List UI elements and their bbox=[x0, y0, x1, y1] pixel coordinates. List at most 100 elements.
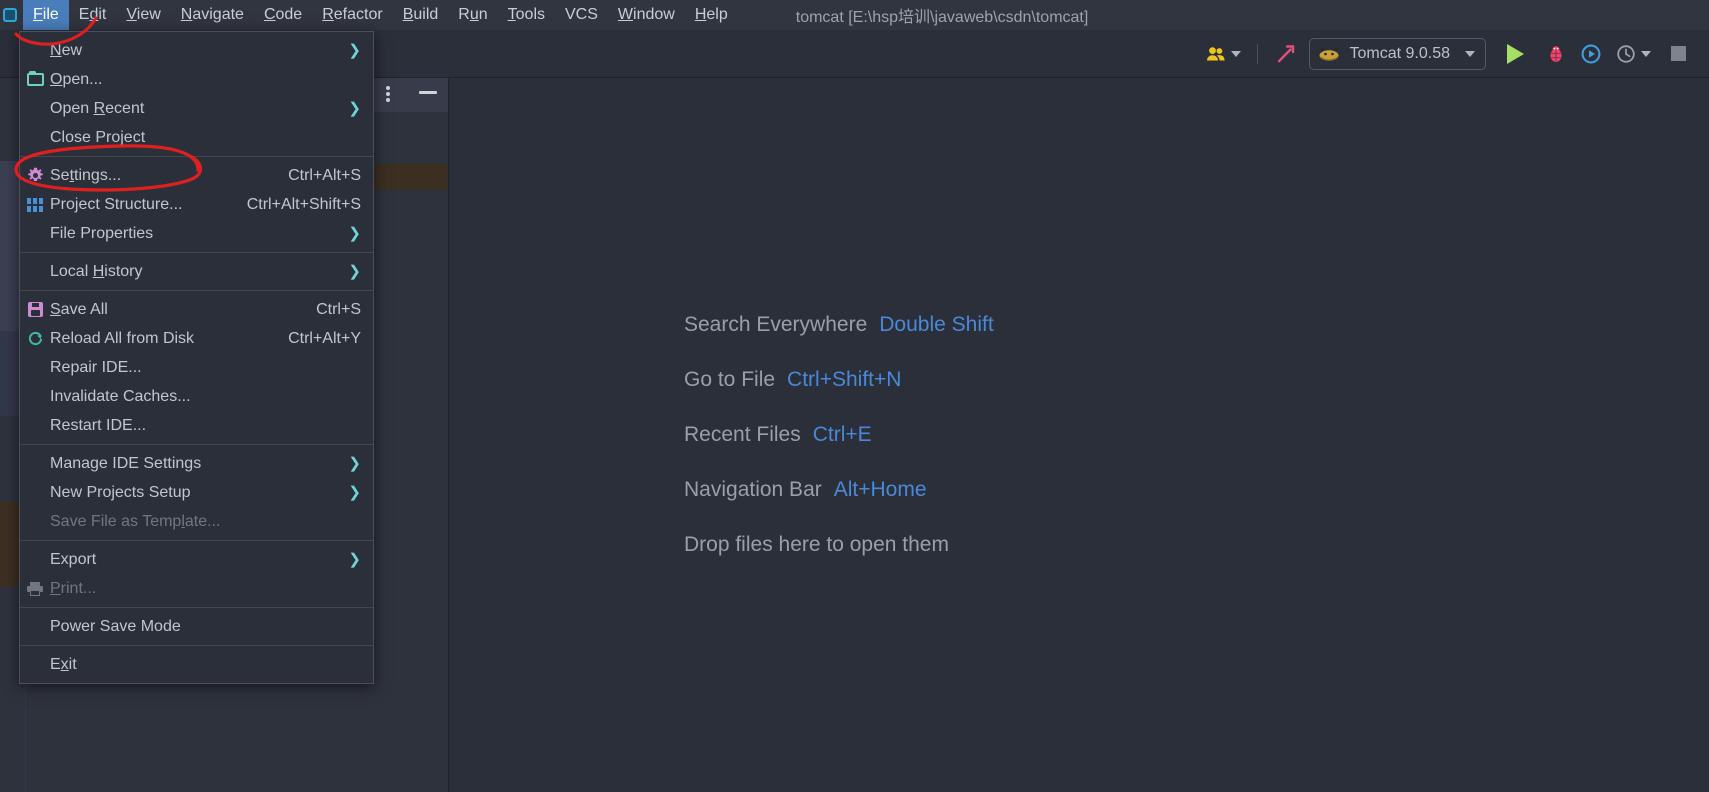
menu-item-new-projects-setup[interactable]: New Projects Setup ❯ bbox=[20, 478, 373, 507]
menu-item-exit[interactable]: Exit bbox=[20, 650, 373, 679]
menu-item-label: Settings... bbox=[50, 166, 122, 184]
menu-code[interactable]: Code bbox=[254, 0, 312, 30]
app-logo-icon bbox=[3, 8, 17, 22]
menu-run[interactable]: Run bbox=[448, 0, 497, 30]
menu-item-open[interactable]: Open... bbox=[20, 65, 373, 94]
debug-bug-icon bbox=[1550, 45, 1562, 62]
tip-label: Search Everywhere bbox=[684, 313, 868, 336]
editor-empty-area: Search Everywhere Double Shift Go to Fil… bbox=[449, 77, 1709, 792]
menu-item-power-save-mode[interactable]: Power Save Mode bbox=[20, 612, 373, 641]
menu-item-manage-ide-settings[interactable]: Manage IDE Settings ❯ bbox=[20, 449, 373, 478]
menu-item-invalidate-caches[interactable]: Invalidate Caches... bbox=[20, 382, 373, 411]
tip-label: Drop files here to open them bbox=[684, 533, 949, 556]
menu-tools[interactable]: Tools bbox=[498, 0, 555, 30]
menu-item-label: Print... bbox=[50, 579, 97, 597]
run-configuration-selector[interactable]: Tomcat 9.0.58 bbox=[1308, 37, 1486, 70]
account-icon bbox=[1206, 46, 1224, 60]
menu-item-label: Open Recent bbox=[50, 99, 145, 117]
menu-item-repair-ide[interactable]: Repair IDE... bbox=[20, 353, 373, 382]
title-bar: File Edit View Navigate Code Refactor Bu… bbox=[0, 0, 1709, 30]
tip-label: Navigation Bar bbox=[684, 478, 822, 501]
menu-item-label: Open... bbox=[50, 70, 103, 88]
menu-view[interactable]: View bbox=[116, 0, 170, 30]
tip-shortcut: Double Shift bbox=[879, 313, 994, 336]
printer-icon bbox=[27, 582, 43, 596]
menu-item-save-all[interactable]: Save All Ctrl+S bbox=[20, 295, 373, 324]
menu-item-close-project[interactable]: Close Project bbox=[20, 123, 373, 152]
chevron-down-icon bbox=[1465, 50, 1475, 57]
tip-row: Recent Files Ctrl+E bbox=[684, 423, 994, 478]
menu-item-shortcut: Ctrl+Alt+Y bbox=[288, 329, 361, 347]
menu-item-label: Export bbox=[50, 550, 97, 568]
tip-row: Navigation Bar Alt+Home bbox=[684, 478, 994, 533]
menu-item-file-properties[interactable]: File Properties ❯ bbox=[20, 219, 373, 248]
profiler-button[interactable] bbox=[1609, 39, 1658, 69]
hide-tool-window-icon[interactable] bbox=[419, 91, 437, 94]
tip-shortcut: Alt+Home bbox=[833, 478, 927, 501]
file-menu-popup[interactable]: New ❯ Open... Open Recent ❯ Close Projec… bbox=[19, 31, 374, 684]
tip-shortcut: Ctrl+Shift+N bbox=[787, 368, 902, 391]
run-with-coverage-icon bbox=[1581, 44, 1601, 63]
toolbar-divider bbox=[1256, 43, 1258, 64]
tip-label: Go to File bbox=[684, 368, 776, 391]
account-button[interactable] bbox=[1199, 39, 1248, 69]
menu-item-label: Close Project bbox=[50, 128, 146, 146]
idea-window: t Search Everywhere Double Shift Go to F… bbox=[0, 0, 1709, 792]
run-configuration-label: Tomcat 9.0.58 bbox=[1349, 44, 1451, 62]
menu-item-label: Repair IDE... bbox=[50, 358, 142, 376]
menu-item-label: Save File as Template... bbox=[50, 512, 221, 530]
menu-item-label: Power Save Mode bbox=[50, 617, 181, 635]
menu-build[interactable]: Build bbox=[393, 0, 449, 30]
run-button[interactable] bbox=[1492, 39, 1539, 69]
menu-item-shortcut: Ctrl+Alt+S bbox=[288, 166, 361, 184]
menu-navigate[interactable]: Navigate bbox=[171, 0, 254, 30]
chevron-right-icon: ❯ bbox=[348, 225, 361, 242]
menu-item-settings[interactable]: Settings... Ctrl+Alt+S bbox=[20, 161, 373, 190]
menu-help[interactable]: Help bbox=[685, 0, 738, 30]
tip-row: Go to File Ctrl+Shift+N bbox=[684, 368, 994, 423]
menu-item-restart-ide[interactable]: Restart IDE... bbox=[20, 411, 373, 440]
menu-item-open-recent[interactable]: Open Recent ❯ bbox=[20, 94, 373, 123]
menu-item-project-structure[interactable]: Project Structure... Ctrl+Alt+Shift+S bbox=[20, 190, 373, 219]
menu-item-reload-all-from-disk[interactable]: Reload All from Disk Ctrl+Alt+Y bbox=[20, 324, 373, 353]
tip-row: Search Everywhere Double Shift bbox=[684, 313, 994, 368]
chevron-right-icon: ❯ bbox=[348, 551, 361, 568]
menu-edit[interactable]: Edit bbox=[69, 0, 117, 30]
tip-shortcut: Ctrl+E bbox=[812, 423, 872, 446]
save-icon bbox=[27, 302, 43, 317]
menu-file[interactable]: File bbox=[23, 0, 69, 30]
stop-icon bbox=[1671, 46, 1686, 61]
menu-separator bbox=[20, 540, 373, 541]
build-project-button[interactable] bbox=[1267, 39, 1303, 69]
stop-button[interactable] bbox=[1658, 39, 1699, 69]
menu-separator bbox=[20, 290, 373, 291]
menu-vcs[interactable]: VCS bbox=[555, 0, 608, 30]
debug-button[interactable] bbox=[1539, 39, 1573, 69]
menu-item-label: Reload All from Disk bbox=[50, 329, 195, 347]
menu-item-label: New Projects Setup bbox=[50, 483, 191, 501]
tip-label: Recent Files bbox=[684, 423, 801, 446]
run-with-coverage-button[interactable] bbox=[1573, 39, 1609, 69]
reload-icon bbox=[28, 331, 42, 346]
hammer-build-icon bbox=[1277, 44, 1294, 62]
menu-window[interactable]: Window bbox=[608, 0, 685, 30]
menu-item-local-history[interactable]: Local History ❯ bbox=[20, 257, 373, 286]
menu-bar: File Edit View Navigate Code Refactor Bu… bbox=[23, 0, 738, 30]
menu-item-label: Invalidate Caches... bbox=[50, 387, 191, 405]
editor-tips-list: Search Everywhere Double Shift Go to Fil… bbox=[684, 313, 994, 588]
run-play-icon bbox=[1507, 43, 1524, 64]
window-title: tomcat [E:\hsp培训\javaweb\csdn\tomcat] bbox=[795, 9, 1089, 26]
menu-item-export[interactable]: Export ❯ bbox=[20, 545, 373, 574]
chevron-right-icon: ❯ bbox=[348, 455, 361, 472]
menu-separator bbox=[20, 156, 373, 157]
chevron-right-icon: ❯ bbox=[348, 42, 361, 59]
menu-item-label: Exit bbox=[50, 655, 77, 673]
menu-refactor[interactable]: Refactor bbox=[312, 0, 392, 30]
menu-item-label: Project Structure... bbox=[50, 195, 183, 213]
more-options-icon[interactable] bbox=[386, 86, 390, 103]
menu-item-new[interactable]: New ❯ bbox=[20, 36, 373, 65]
menu-separator bbox=[20, 252, 373, 253]
chevron-right-icon: ❯ bbox=[348, 100, 361, 117]
menu-separator bbox=[20, 607, 373, 608]
folder-icon bbox=[26, 71, 44, 86]
